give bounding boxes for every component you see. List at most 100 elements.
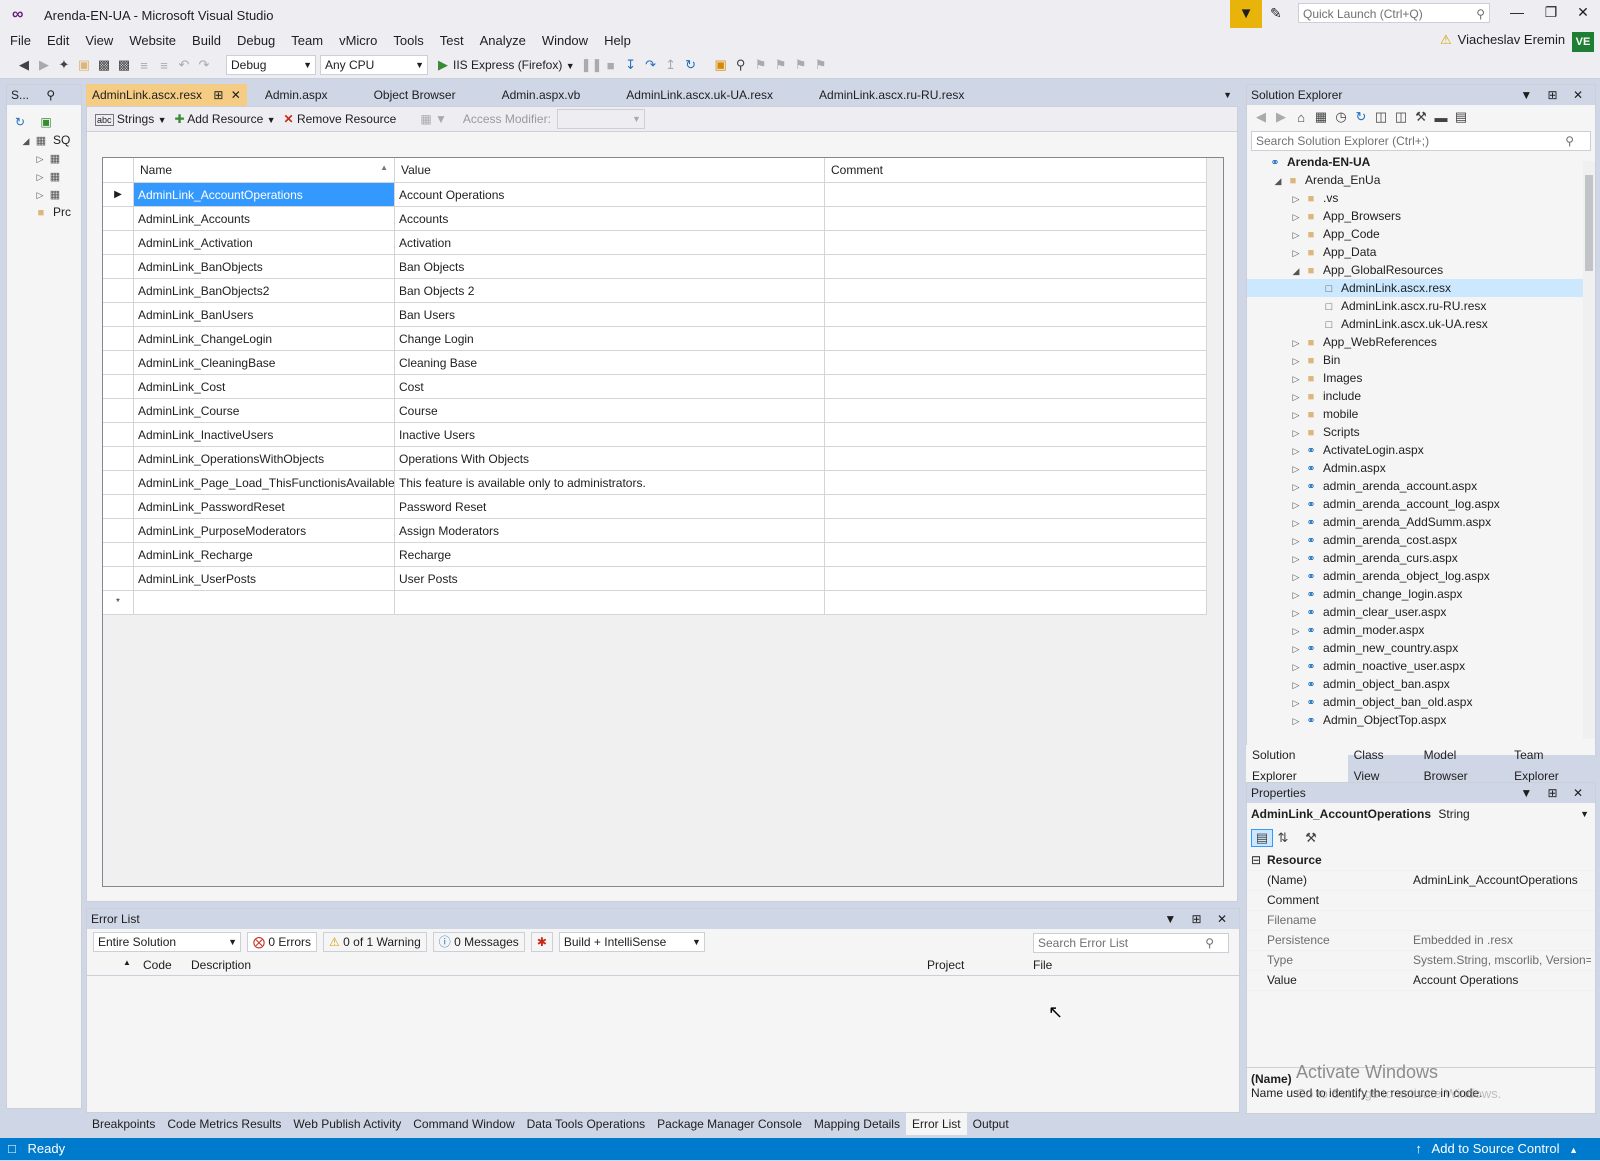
tab-adminlink-resx[interactable]: AdminLink.ascx.resx ⊞ ✕ (86, 84, 247, 106)
tree-item[interactable]: ▷ ■ mobile (1247, 405, 1595, 423)
table-row[interactable]: AdminLink_Course Course (103, 398, 1207, 423)
cell-comment[interactable] (824, 206, 1207, 231)
show-all-files-icon[interactable]: ◫ (1391, 109, 1411, 125)
table-row[interactable]: AdminLink_InactiveUsers Inactive Users (103, 422, 1207, 447)
configuration-select[interactable]: Debug ▼ (226, 55, 316, 75)
row-header[interactable] (103, 398, 134, 423)
cell-value[interactable]: Inactive Users (394, 422, 825, 447)
platform-select[interactable]: Any CPU ▼ (320, 55, 428, 75)
cell-name[interactable]: AdminLink_UserPosts (133, 566, 395, 591)
row-header[interactable] (103, 230, 134, 255)
row-header[interactable] (103, 566, 134, 591)
avatar[interactable]: VE (1572, 32, 1594, 52)
cell-value[interactable]: Cost (394, 374, 825, 399)
refresh-icon[interactable]: ↻ ▣ (7, 113, 81, 131)
panel-controls[interactable]: ▼ ⊞ ✕ (1520, 85, 1589, 105)
expander-icon[interactable]: ▷ (1289, 496, 1303, 514)
expander-icon[interactable]: ◢ (1271, 172, 1285, 190)
cell-comment[interactable] (824, 398, 1207, 423)
scrollbar-thumb[interactable] (1585, 175, 1593, 271)
property-value[interactable]: System.String, mscorlib, Version= (1413, 951, 1591, 970)
table-row[interactable]: AdminLink_CleaningBase Cleaning Base (103, 350, 1207, 375)
cell-comment[interactable] (824, 470, 1207, 495)
view-code-icon[interactable]: ▤ (1451, 109, 1471, 125)
tree-item[interactable]: ▷ ⚭ admin_clear_user.aspx (1247, 603, 1595, 621)
column-value[interactable]: Value (394, 158, 825, 183)
cell-value[interactable] (394, 590, 825, 615)
tab-team-explorer[interactable]: Team Explorer (1508, 745, 1596, 787)
step-over-icon[interactable]: ↷ (641, 57, 661, 73)
cell-value[interactable]: Recharge (394, 542, 825, 567)
row-header[interactable]: ▶ (103, 182, 134, 207)
bookmark-clear-icon[interactable]: ⚑ (811, 57, 831, 73)
column-project[interactable]: Project (927, 958, 964, 972)
tree-item[interactable]: ▷ ⚭ admin_arenda_account.aspx (1247, 477, 1595, 495)
tree-item[interactable]: ▷ ⚭ admin_arenda_cost.aspx (1247, 531, 1595, 549)
cell-value[interactable]: Activation (394, 230, 825, 255)
cell-value[interactable]: Assign Moderators (394, 518, 825, 543)
table-row[interactable]: AdminLink_BanObjects Ban Objects (103, 254, 1207, 279)
expander-icon[interactable]: ▷ (1289, 712, 1303, 730)
add-resource-button[interactable]: ✚ Add Resource ▼ (174, 112, 275, 126)
tree-item[interactable]: ▷ ⚭ admin_arenda_account_log.aspx (1247, 495, 1595, 513)
cell-comment[interactable] (824, 590, 1207, 615)
cell-comment[interactable] (824, 230, 1207, 255)
table-row[interactable]: AdminLink_OperationsWithObjects Operation… (103, 446, 1207, 471)
property-value[interactable]: Account Operations (1413, 971, 1591, 990)
cell-value[interactable]: Ban Users (394, 302, 825, 327)
categorized-icon[interactable]: ▤ (1251, 829, 1273, 847)
pending-changes-icon[interactable]: ◷ (1331, 109, 1351, 125)
expander-icon[interactable]: ▷ (1289, 604, 1303, 622)
user-account[interactable]: ⚠Viacheslav Eremin ▼ (1440, 32, 1584, 48)
forward-icon[interactable]: ▶ (1271, 109, 1291, 125)
table-row[interactable]: AdminLink_Accounts Accounts (103, 206, 1207, 231)
row-header[interactable] (103, 422, 134, 447)
tab-adminlink-ru-ru[interactable]: AdminLink.ascx.ru-RU.resx (813, 84, 970, 106)
property-value[interactable]: Embedded in .resx (1413, 931, 1591, 950)
cell-name[interactable]: AdminLink_BanUsers (133, 302, 395, 327)
row-header[interactable] (103, 326, 134, 351)
expander-icon[interactable]: ▷ (1289, 586, 1303, 604)
step-into-icon[interactable]: ↧ (621, 57, 641, 73)
close-icon[interactable]: ✕ (231, 88, 241, 102)
tree-item[interactable]: ▷ ⚭ admin_object_ban_old.aspx (1247, 693, 1595, 711)
table-row[interactable]: AdminLink_BanUsers Ban Users (103, 302, 1207, 327)
preview-icon[interactable]: ▬ (1431, 110, 1451, 125)
cell-name[interactable]: AdminLink_Recharge (133, 542, 395, 567)
cell-value[interactable]: Accounts (394, 206, 825, 231)
expander-icon[interactable]: ▷ (1289, 658, 1303, 676)
tree-item[interactable]: ▷ ■ App_Code (1247, 225, 1595, 243)
table-row[interactable]: AdminLink_PasswordReset Password Reset (103, 494, 1207, 519)
cell-name[interactable]: AdminLink_BanObjects (133, 254, 395, 279)
tree-item[interactable]: ▷ ⚭ admin_moder.aspx (1247, 621, 1595, 639)
cell-value[interactable]: Ban Objects (394, 254, 825, 279)
row-header[interactable] (103, 350, 134, 375)
collapse-all-icon[interactable]: ◫ (1371, 109, 1391, 125)
warnings-filter-button[interactable]: ⚠ 0 of 1 Warning (323, 932, 427, 952)
scope-select[interactable]: Entire Solution ▼ (93, 932, 241, 952)
property-row[interactable]: Persistence Embedded in .resx (1247, 931, 1595, 951)
column-file[interactable]: File (1033, 958, 1052, 972)
bookmark-icon[interactable]: ⚑ (751, 57, 771, 73)
column-name[interactable]: Name ▲ (133, 158, 395, 183)
menu-vmicro[interactable]: vMicro (331, 30, 385, 52)
cell-comment[interactable] (824, 182, 1207, 207)
step-out-icon[interactable]: ↥ (661, 57, 681, 73)
cell-name[interactable]: AdminLink_OperationsWithObjects (133, 446, 395, 471)
menu-test[interactable]: Test (432, 30, 472, 52)
cell-value[interactable]: Course (394, 398, 825, 423)
expander-icon[interactable]: ▷ (1289, 640, 1303, 658)
tree-item[interactable]: ▷⚭ Admin_ObjectUp.aspx (1247, 729, 1595, 733)
tree-item[interactable]: ◢ ■ App_GlobalResources (1247, 261, 1595, 279)
expander-icon[interactable]: ▷ (1289, 334, 1303, 352)
row-header[interactable] (103, 302, 134, 327)
save-all-icon[interactable]: ▩ (114, 57, 134, 73)
cell-name[interactable]: AdminLink_Course (133, 398, 395, 423)
forward-icon[interactable]: ▶ (34, 57, 54, 73)
property-row[interactable]: Type System.String, mscorlib, Version= (1247, 951, 1595, 971)
property-pages-icon[interactable]: ⚒ (1301, 830, 1321, 846)
bookmark-next-icon[interactable]: ⚑ (791, 57, 811, 73)
undo-icon[interactable]: ↶ (174, 57, 194, 73)
pin-icon[interactable]: ⚲ (46, 88, 55, 102)
property-value[interactable]: AdminLink_AccountOperations (1413, 871, 1591, 890)
